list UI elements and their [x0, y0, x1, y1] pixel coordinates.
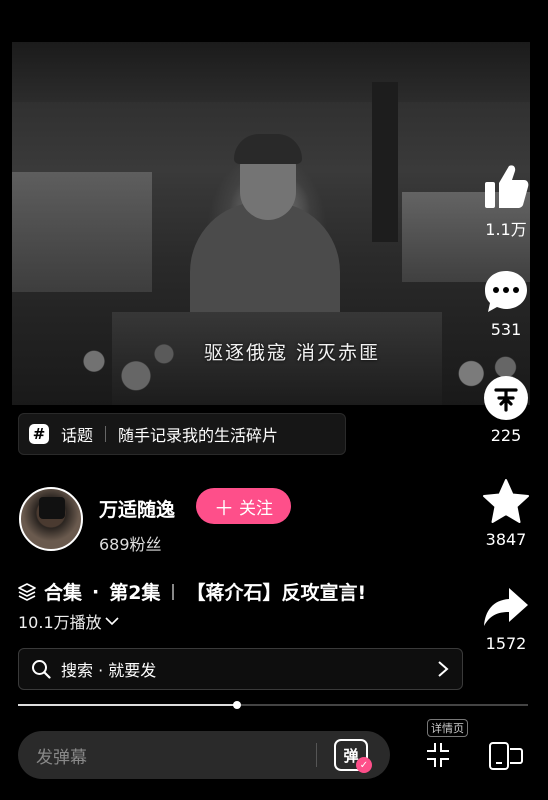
- follow-button[interactable]: ＋ 关注: [196, 488, 291, 524]
- like-icon: [485, 165, 529, 208]
- danmu-input[interactable]: 发弹幕 弹 ✓: [18, 731, 390, 779]
- comment-count: 531: [490, 320, 522, 339]
- plus-icon: ＋: [214, 495, 234, 520]
- favorite-button[interactable]: 3847: [476, 478, 536, 549]
- collection-dot: ·: [92, 580, 100, 603]
- progress-handle[interactable]: [233, 701, 242, 709]
- author-name[interactable]: 万适随逸: [99, 495, 175, 522]
- collection-title[interactable]: 合集 · 第2集 【蒋介石】反攻宣言!: [18, 578, 366, 605]
- chevron-right-icon: [438, 661, 449, 677]
- avatar-phone: [39, 497, 65, 519]
- collection-episode: 第2集: [109, 582, 161, 604]
- video-player[interactable]: 驱逐俄寇 消灭赤匪: [12, 42, 530, 405]
- video-title: 【蒋介石】反攻宣言!: [186, 582, 367, 604]
- like-button[interactable]: 1.1万: [476, 162, 536, 240]
- like-count: 1.1万: [485, 220, 527, 239]
- topic-label: 话题: [61, 426, 94, 445]
- danmu-divider: [316, 743, 317, 767]
- search-text: 搜索 · 就要发: [61, 661, 157, 680]
- topic-divider: [105, 426, 107, 442]
- comment-icon: [485, 271, 527, 312]
- collection-divider: [172, 583, 175, 600]
- share-count: 1572: [485, 634, 527, 653]
- star-icon: [483, 479, 529, 523]
- progress-fill: [18, 704, 238, 706]
- check-icon: ✓: [356, 757, 372, 773]
- chevron-down-icon: [105, 617, 119, 626]
- play-count-text: 10.1万播放: [18, 613, 102, 632]
- progress-bar[interactable]: [18, 701, 528, 709]
- detail-page-tag: 详情页: [427, 719, 468, 737]
- share-icon: [484, 588, 528, 626]
- avatar[interactable]: [19, 487, 83, 551]
- video-wall-left: [12, 172, 152, 292]
- collection-stack-icon: [18, 582, 36, 601]
- search-icon: [32, 660, 51, 679]
- share-button[interactable]: 1572: [476, 584, 536, 653]
- coin-count: 225: [490, 426, 522, 445]
- favorite-count: 3847: [485, 530, 527, 549]
- follow-label: 关注: [239, 498, 273, 519]
- video-subtitle: 驱逐俄寇 消灭赤匪: [203, 342, 381, 364]
- hashtag-icon: #: [29, 424, 49, 444]
- topic-text: 随手记录我的生活碎片: [118, 426, 279, 445]
- fan-count: 689粉丝: [99, 535, 162, 554]
- video-figure-cap: [234, 134, 302, 164]
- collection-label: 合集: [44, 582, 83, 604]
- video-roof: [12, 42, 530, 102]
- shrink-icon[interactable]: [426, 741, 450, 769]
- coin-icon: [484, 376, 528, 420]
- comment-button[interactable]: 531: [476, 268, 536, 339]
- danmu-placeholder: 发弹幕: [36, 747, 87, 768]
- search-bar[interactable]: 搜索 · 就要发: [18, 648, 463, 690]
- video-beam: [372, 82, 398, 242]
- play-count[interactable]: 10.1万播放: [18, 609, 119, 633]
- coin-button[interactable]: 225: [476, 374, 536, 445]
- topic-chip[interactable]: # 话题 随手记录我的生活碎片: [18, 413, 346, 455]
- device-switch-icon[interactable]: [488, 741, 524, 771]
